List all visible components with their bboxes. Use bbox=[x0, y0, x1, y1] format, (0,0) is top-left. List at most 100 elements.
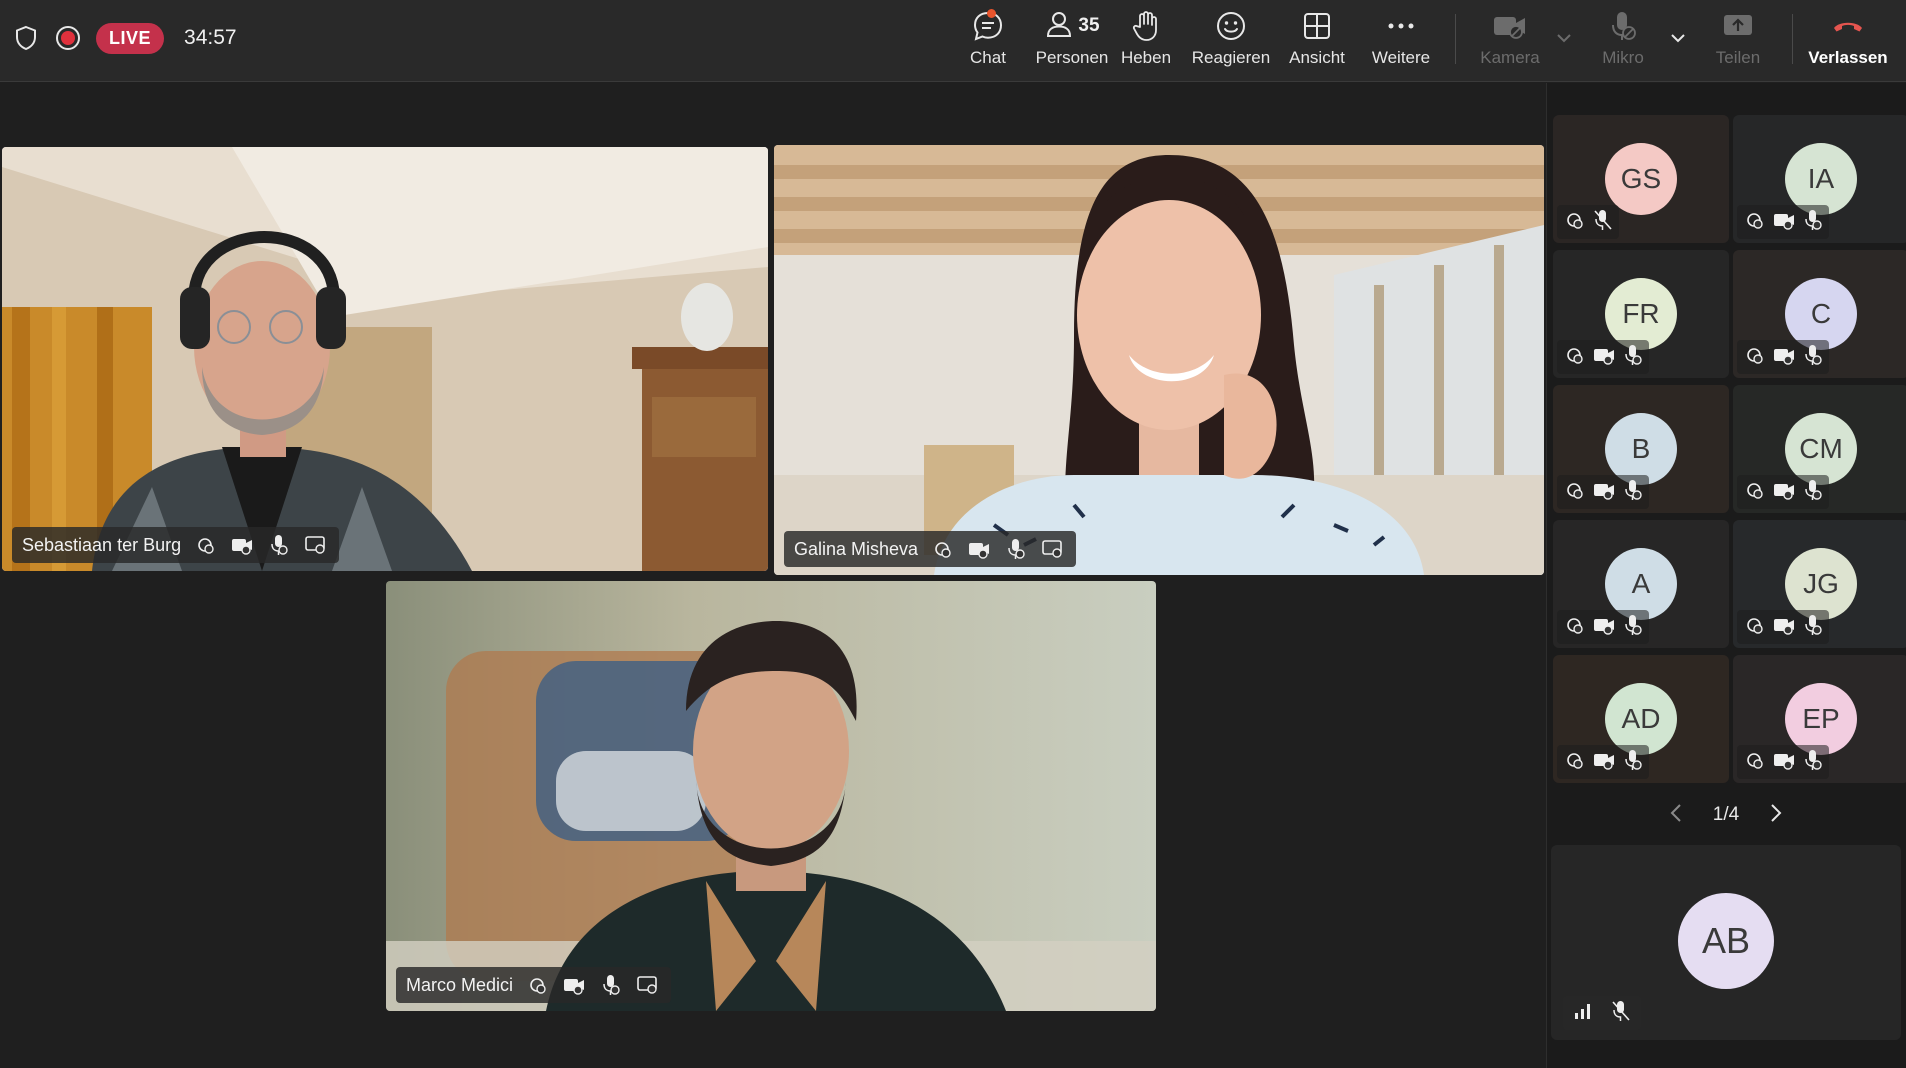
camera-off-icon bbox=[1773, 210, 1795, 235]
participant-tile[interactable]: EP bbox=[1733, 655, 1906, 783]
participant-tile[interactable]: B bbox=[1553, 385, 1729, 513]
participant-name: Galina Misheva bbox=[794, 538, 919, 559]
hand-status-icon bbox=[1563, 344, 1585, 371]
hand-status-icon bbox=[1563, 209, 1585, 236]
view-button[interactable]: Ansicht bbox=[1283, 6, 1351, 76]
camera-off-icon bbox=[1773, 480, 1795, 505]
mic-off-icon bbox=[1003, 536, 1029, 562]
people-button[interactable]: 35 Personen bbox=[1022, 6, 1122, 76]
share-button[interactable]: Teilen bbox=[1708, 6, 1768, 76]
participant-status-bar bbox=[1737, 745, 1829, 779]
video-feed bbox=[774, 145, 1544, 575]
people-icon bbox=[1044, 9, 1074, 44]
chat-button[interactable]: Chat bbox=[955, 6, 1021, 76]
chat-notification-dot bbox=[987, 9, 996, 18]
video-feed bbox=[2, 147, 768, 571]
participant-tile[interactable]: FR bbox=[1553, 250, 1729, 378]
self-status-bar bbox=[1563, 996, 1641, 1030]
more-button[interactable]: Weitere bbox=[1368, 6, 1434, 76]
more-dots-icon bbox=[1386, 6, 1416, 46]
signal-strength-icon bbox=[1573, 1002, 1593, 1025]
camera-off-icon bbox=[1492, 6, 1528, 46]
avatar: AB bbox=[1678, 893, 1774, 989]
participant-status-bar bbox=[1557, 610, 1649, 644]
hand-status-icon bbox=[524, 972, 550, 998]
next-page-chevron-icon[interactable] bbox=[1769, 803, 1783, 828]
hand-status-icon bbox=[1743, 344, 1765, 371]
gallery-pager: 1/4 bbox=[1546, 795, 1906, 835]
camera-button[interactable]: Kamera bbox=[1472, 6, 1548, 76]
raise-hand-button[interactable]: Heben bbox=[1116, 6, 1176, 76]
share-screen-icon bbox=[1722, 6, 1754, 46]
self-view-tile[interactable]: AB bbox=[1551, 845, 1901, 1040]
mic-off-icon bbox=[1803, 479, 1823, 506]
participant-tile[interactable]: CM bbox=[1733, 385, 1906, 513]
camera-off-icon bbox=[1593, 615, 1615, 640]
video-stage: Sebastiaan ter Burg Galina Misheva Marco… bbox=[0, 83, 1546, 1068]
camera-off-icon bbox=[1593, 750, 1615, 775]
mic-off-icon bbox=[1623, 749, 1643, 776]
mic-off-icon bbox=[1623, 479, 1643, 506]
participant-tile[interactable]: JG bbox=[1733, 520, 1906, 648]
hand-status-icon bbox=[1563, 614, 1585, 641]
meeting-timer: 34:57 bbox=[184, 26, 237, 49]
previous-page-chevron-icon[interactable] bbox=[1669, 803, 1683, 828]
hand-status-icon bbox=[1743, 209, 1765, 236]
mic-off-icon bbox=[1611, 1000, 1631, 1027]
participant-tile[interactable]: A bbox=[1553, 520, 1729, 648]
toolbar-divider bbox=[1792, 14, 1793, 64]
participant-tile[interactable]: AD bbox=[1553, 655, 1729, 783]
participant-name-bar: Marco Medici bbox=[396, 967, 672, 1003]
camera-off-icon bbox=[1773, 345, 1795, 370]
mic-off-icon bbox=[1803, 209, 1823, 236]
participant-tile[interactable]: GS bbox=[1553, 115, 1729, 243]
hand-status-icon bbox=[1743, 614, 1765, 641]
participant-tile[interactable]: C bbox=[1733, 250, 1906, 378]
hand-status-icon bbox=[1563, 749, 1585, 776]
page-indicator: 1/4 bbox=[1712, 804, 1740, 825]
participant-tile[interactable]: IA bbox=[1733, 115, 1906, 243]
mic-off-icon bbox=[1623, 614, 1643, 641]
video-tile-sebastiaan[interactable]: Sebastiaan ter Burg bbox=[2, 147, 768, 571]
toolbar-divider bbox=[1455, 14, 1456, 64]
hang-up-icon bbox=[1831, 6, 1865, 46]
mic-button[interactable]: Mikro bbox=[1590, 6, 1656, 76]
mic-off-icon bbox=[266, 532, 292, 558]
participant-count: 35 bbox=[1078, 15, 1100, 36]
participant-status-bar bbox=[1557, 205, 1619, 239]
emoji-icon bbox=[1215, 6, 1247, 46]
camera-off-icon bbox=[1593, 345, 1615, 370]
participant-status-bar bbox=[1737, 610, 1829, 644]
recording-icon[interactable] bbox=[54, 24, 82, 52]
mic-off-icon bbox=[1623, 344, 1643, 371]
participant-name: Sebastiaan ter Burg bbox=[22, 534, 182, 555]
mic-off-icon bbox=[1803, 749, 1823, 776]
participant-status-bar bbox=[1557, 745, 1649, 779]
camera-off-icon bbox=[1593, 480, 1615, 505]
hand-status-icon bbox=[1743, 479, 1765, 506]
mic-off-icon bbox=[1593, 209, 1613, 236]
hand-status-icon bbox=[1743, 749, 1765, 776]
grid-layout-icon bbox=[1302, 6, 1332, 46]
participant-status-bar bbox=[1557, 340, 1649, 374]
participant-name: Marco Medici bbox=[406, 974, 514, 995]
camera-options-chevron-icon[interactable] bbox=[1556, 30, 1572, 48]
screen-share-off-icon bbox=[303, 532, 329, 558]
react-button[interactable]: Reagieren bbox=[1188, 6, 1274, 76]
shield-icon[interactable] bbox=[12, 24, 40, 52]
leave-button[interactable]: Verlassen bbox=[1808, 6, 1888, 76]
mic-off-icon bbox=[1803, 614, 1823, 641]
video-tile-marco[interactable]: Marco Medici bbox=[386, 581, 1156, 1011]
mic-options-chevron-icon[interactable] bbox=[1670, 30, 1686, 48]
hand-status-icon bbox=[1563, 479, 1585, 506]
camera-off-icon bbox=[1773, 615, 1795, 640]
live-badge: LIVE bbox=[96, 22, 165, 54]
hand-status-icon bbox=[192, 532, 218, 558]
video-tile-galina[interactable]: Galina Misheva bbox=[774, 145, 1544, 575]
participant-status-bar bbox=[1737, 475, 1829, 509]
mic-off-icon bbox=[598, 972, 624, 998]
camera-off-icon bbox=[561, 972, 587, 998]
toolbar-status-area: LIVE 34:57 bbox=[12, 18, 237, 58]
mic-off-icon bbox=[1608, 6, 1638, 46]
camera-off-icon bbox=[1773, 750, 1795, 775]
